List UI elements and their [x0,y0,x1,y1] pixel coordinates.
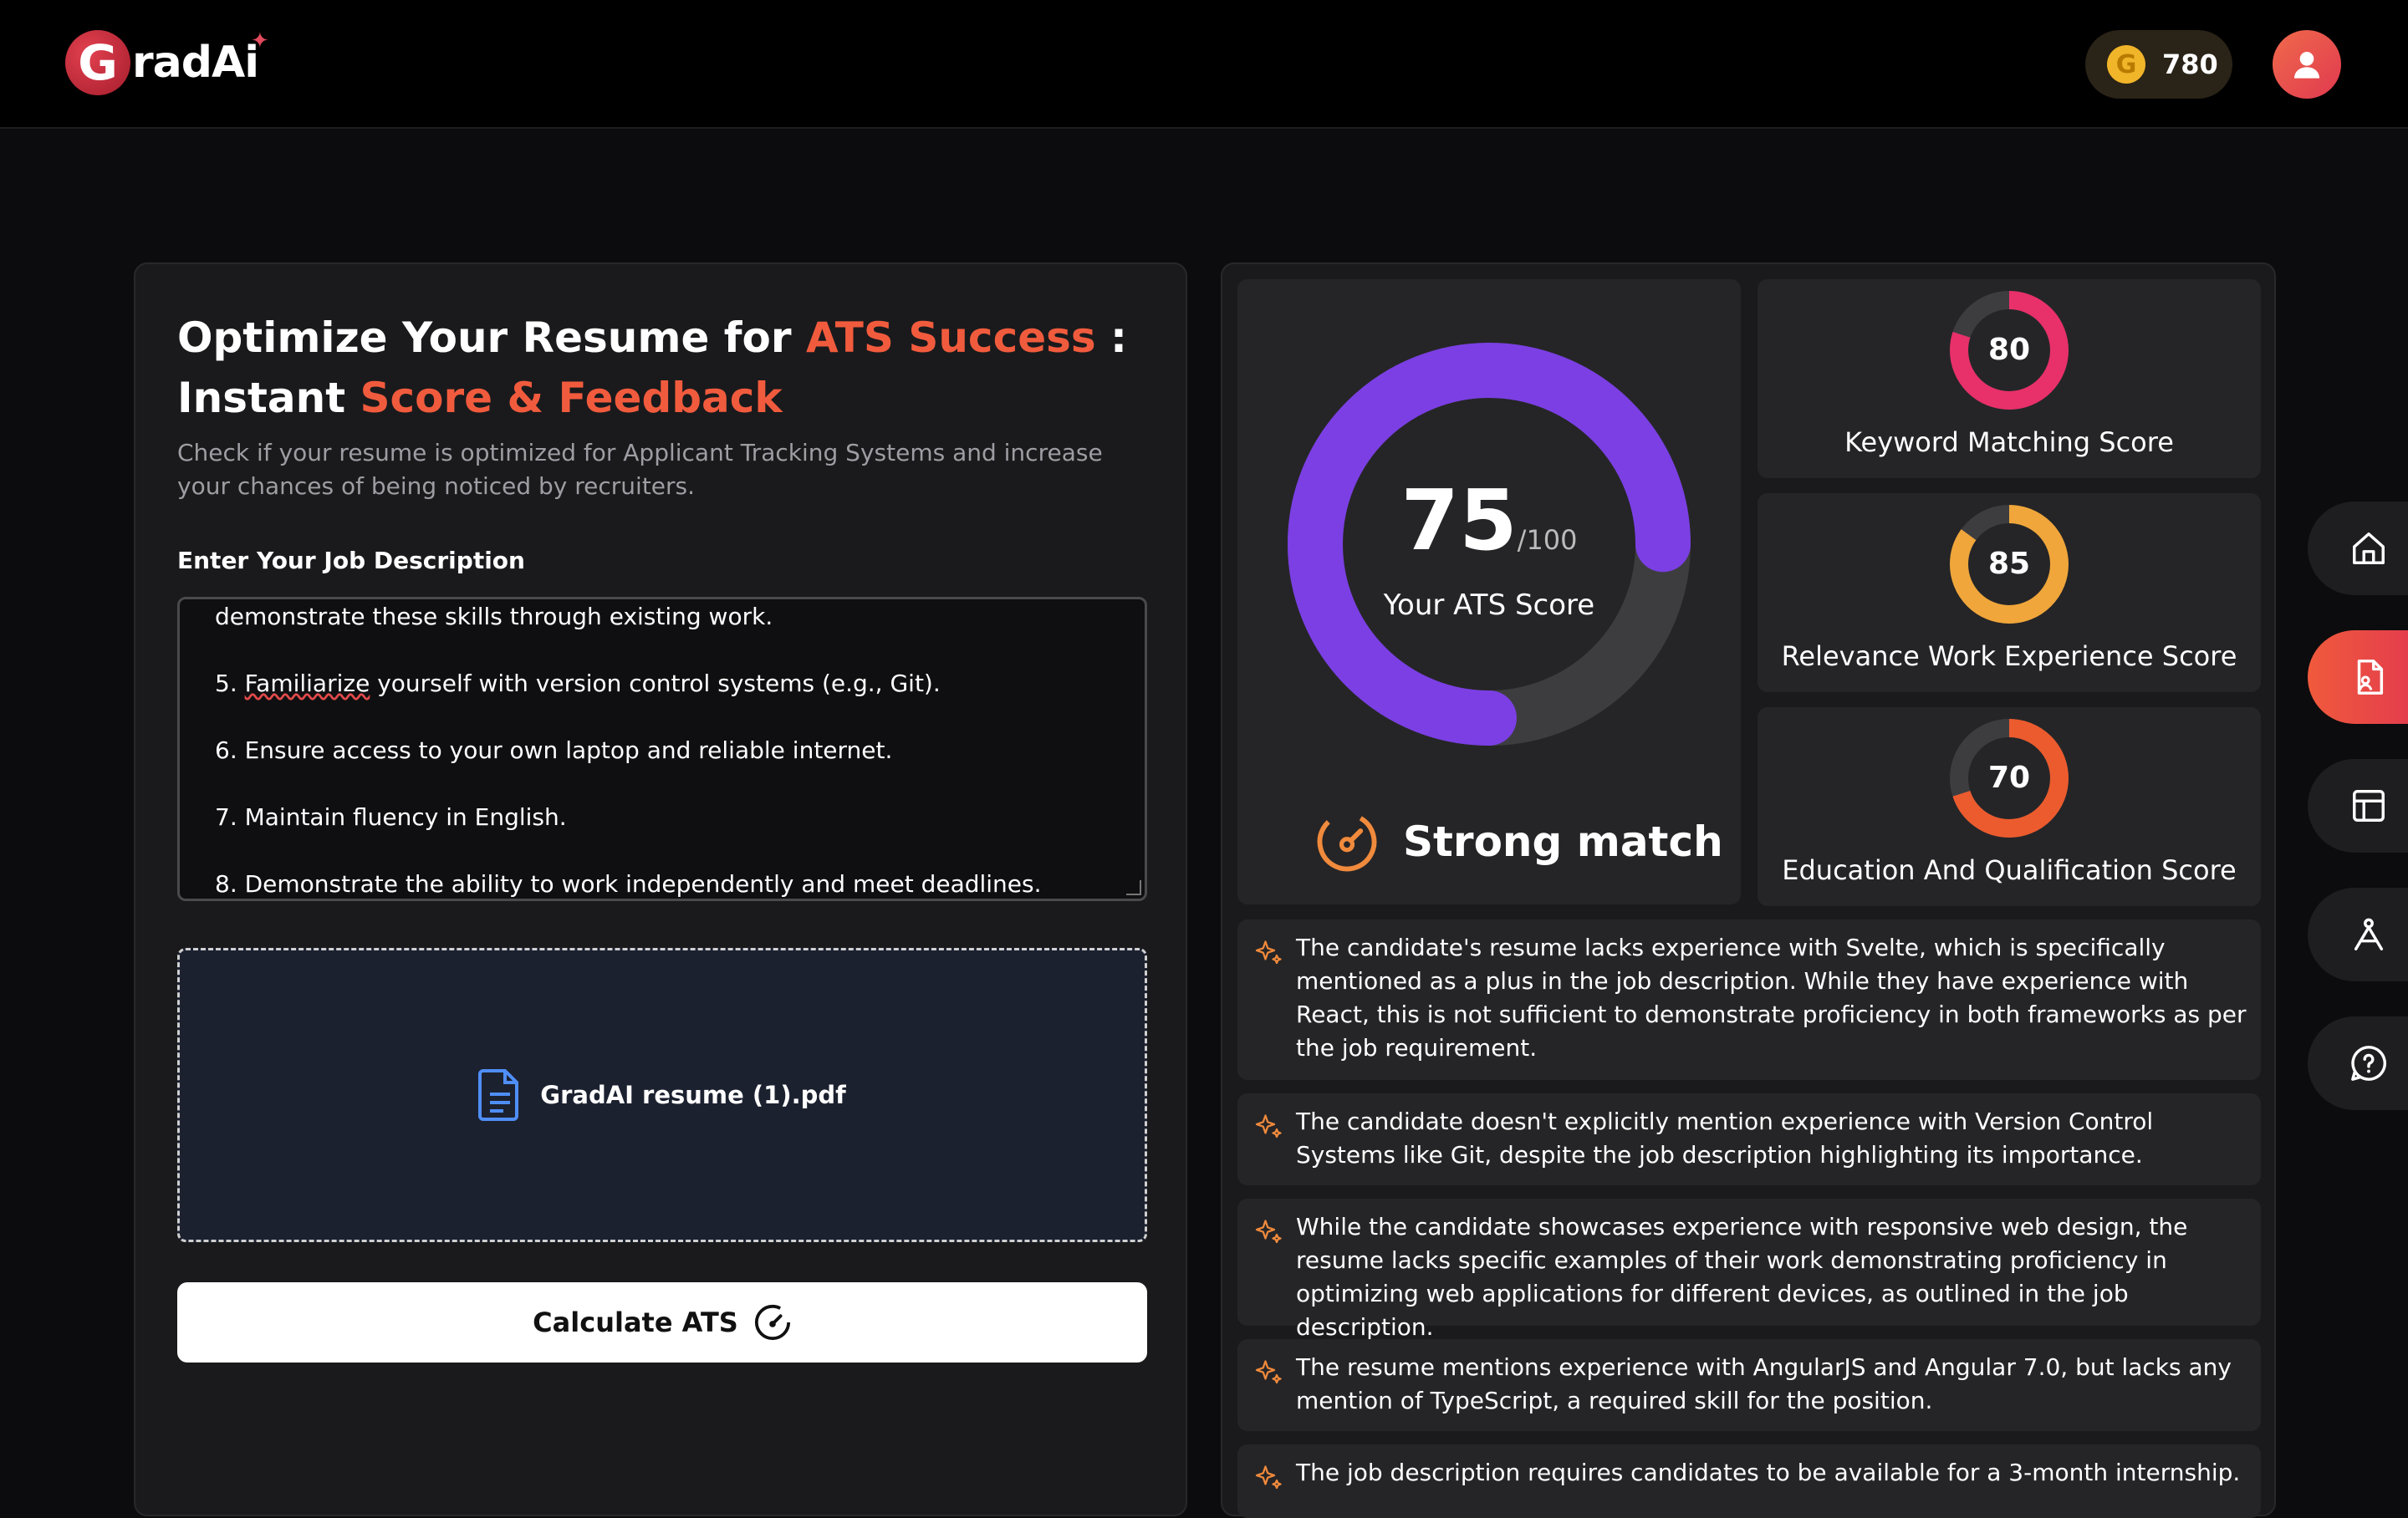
work-experience-card: 85 Relevance Work Experience Score [1758,493,2261,692]
keyword-score-label: Keyword Matching Score [1844,426,2174,458]
coin-icon: G [2107,45,2145,84]
jd-line: 7. Maintain fluency in English. [215,803,567,831]
interview-icon [2354,918,2384,950]
job-description-textarea[interactable]: demonstrate these skills through existin… [177,597,1147,901]
jd-line: 5. Familiarize yourself with version con… [215,670,941,697]
jd-line: 6. Ensure access to your own laptop and … [215,736,893,764]
sparkle-icon [1255,1360,1282,1384]
title-accent-2: Score & Feedback [360,374,783,422]
keyword-score-value: 80 [1988,333,2030,367]
education-card: 70 Education And Qualification Score [1758,707,2261,906]
nav-help[interactable] [2308,1016,2408,1110]
logo-text: radAi [132,38,259,88]
feedback-text: The resume mentions experience with Angu… [1296,1353,2232,1414]
keyword-score-ring: 80 [1950,291,2069,410]
education-score-label: Education And Qualification Score [1782,854,2237,886]
nav-templates[interactable] [2308,759,2408,853]
feedback-item: The candidate doesn't explicitly mention… [1237,1093,2261,1185]
ats-score-max: /100 [1517,524,1578,556]
page-title: Optimize Your Resume for ATS Success : I… [177,308,1147,428]
jd-line: demonstrate these skills through existin… [215,603,773,630]
feedback-text: The candidate doesn't explicitly mention… [1296,1108,2154,1169]
nav-home[interactable] [2308,502,2408,595]
ats-score-number: 75 [1400,471,1518,569]
experience-score-value: 85 [1988,547,2030,581]
experience-score-label: Relevance Work Experience Score [1781,640,2237,672]
title-text-1: Optimize Your Resume for [177,313,806,362]
job-description-label: Enter Your Job Description [177,547,525,574]
feedback-text: The candidate's resume lacks experience … [1296,934,2247,1062]
layout-icon [2353,790,2385,822]
coin-balance[interactable]: G 780 [2085,30,2232,99]
ats-score-card: 75/100 Your ATS Score Strong match [1237,279,1741,904]
page-subtitle: Check if your resume is optimized for Ap… [177,439,1103,500]
match-status: Strong match [1314,809,1723,874]
sparkle-icon: ✦ [251,28,269,53]
ats-result-panel: 75/100 Your ATS Score Strong match 80 Ke… [1221,262,2276,1518]
calculate-ats-label: Calculate ATS [533,1307,738,1338]
user-icon [2294,52,2319,79]
home-icon [2353,532,2385,564]
user-avatar[interactable] [2273,30,2341,99]
uploaded-file-name: GradAI resume (1).pdf [540,1081,846,1109]
sparkle-icon [1255,940,1282,965]
feedback-item: The resume mentions experience with Angu… [1237,1339,2261,1431]
jd-line: 8. Demonstrate the ability to work indep… [215,870,1042,898]
sparkle-icon [1255,1465,1282,1490]
help-icon [2351,1046,2386,1081]
title-text-3: Instant [177,374,360,422]
gauge-icon [754,1304,790,1341]
feedback-item: While the candidate showcases experience… [1237,1199,2261,1341]
nav-resume-ats[interactable] [2308,630,2408,724]
feedback-text: The job description requires candidates … [1296,1459,2241,1486]
top-header: G radAi ✦ G 780 [0,0,2408,129]
education-score-ring: 70 [1950,719,2069,838]
title-accent-1: ATS Success [805,313,1096,362]
feedback-item: The candidate's resume lacks experience … [1237,919,2261,1080]
coin-count: 780 [2162,48,2218,80]
ats-score-value: 75/100 [1237,471,1741,569]
match-status-text: Strong match [1403,818,1723,866]
feedback-item: The job description requires candidates … [1237,1444,2261,1518]
resize-handle[interactable] [1126,880,1141,895]
education-score-value: 70 [1988,761,2030,795]
sparkle-icon [1255,1114,1282,1138]
sparkle-icon [1255,1220,1282,1244]
resume-ats-icon [2357,660,2384,695]
nav-interview[interactable] [2308,888,2408,981]
ats-input-panel: Optimize Your Resume for ATS Success : I… [134,262,1187,1516]
document-icon [478,1069,519,1121]
title-text-2: : [1095,313,1128,362]
feedback-text: While the candidate showcases experience… [1296,1213,2188,1341]
speedometer-icon [1317,812,1377,872]
experience-score-ring: 85 [1950,505,2069,624]
resume-upload-dropzone[interactable]: GradAI resume (1).pdf [177,948,1147,1242]
logo-mark: G [65,30,130,95]
ats-score-label: Your ATS Score [1383,588,1595,622]
gradai-logo[interactable]: G radAi ✦ [65,25,269,100]
calculate-ats-button[interactable]: Calculate ATS [177,1282,1147,1363]
keyword-matching-card: 80 Keyword Matching Score [1758,279,2261,478]
